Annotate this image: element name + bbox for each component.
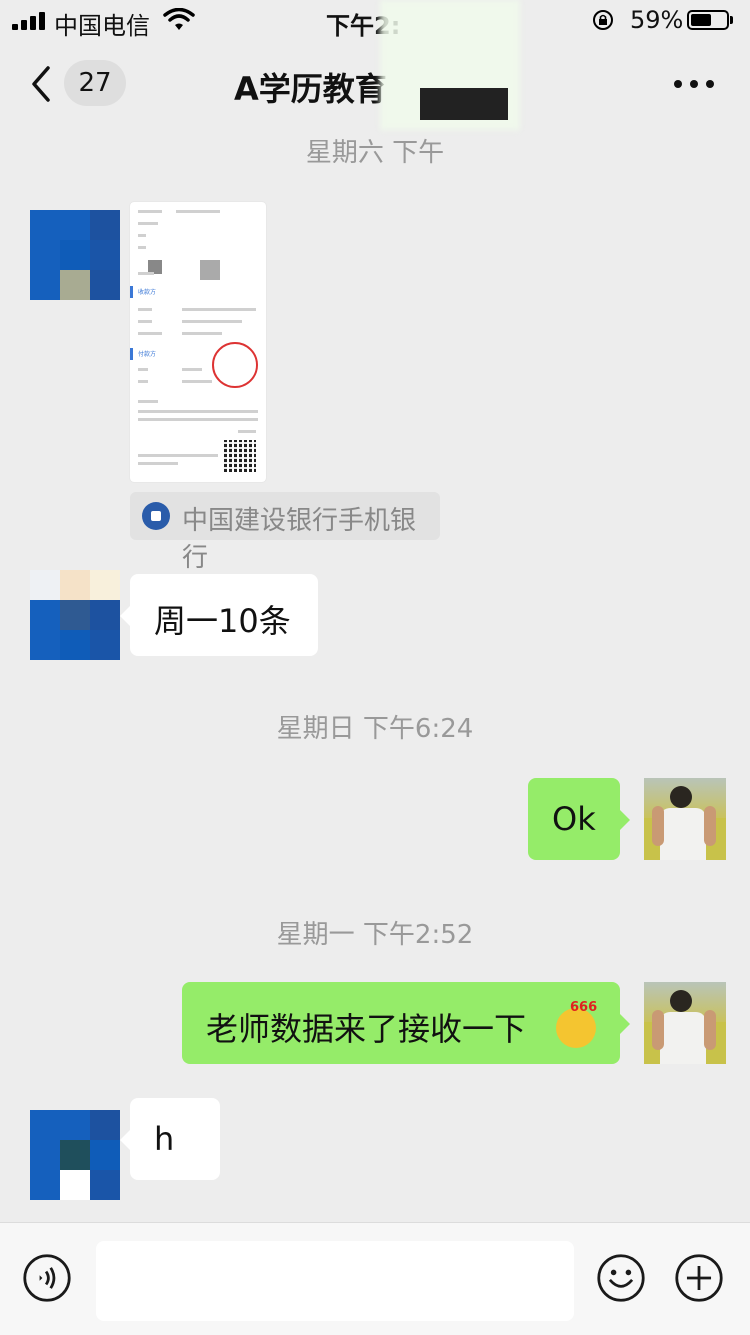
message-input[interactable] [96, 1241, 574, 1321]
qr-code-pattern [224, 440, 256, 472]
timestamp-divider: 星期日 下午6:24 [276, 714, 474, 744]
receipt-payee-label: 收款方 [138, 289, 157, 296]
rotation-lock-icon [593, 10, 613, 30]
bank-app-source-tag[interactable]: 中国建设银行手机银行 [130, 492, 440, 573]
message-bubble[interactable]: h [120, 1098, 220, 1180]
wifi-icon [163, 8, 195, 30]
chat-nav-bar: 27 A学历教育 [0, 42, 750, 126]
timestamp-divider: 星期六 下午 [305, 138, 445, 168]
receipt-payer-label: 付款方 [138, 351, 157, 358]
message-text: Ok [552, 800, 596, 838]
cellular-signal-icon [12, 12, 48, 30]
message-text: 老师数据来了接收一下 [206, 1010, 527, 1048]
battery-icon [687, 10, 729, 30]
message-text: h [154, 1120, 175, 1158]
my-message-bubble[interactable]: Ok [528, 778, 630, 860]
timestamp-divider: 星期一 下午2:52 [276, 920, 474, 950]
ccb-logo-icon [142, 502, 170, 530]
message-text: 周一10条 [154, 602, 291, 640]
emoji-icon[interactable] [596, 1253, 646, 1303]
message-bubble[interactable]: 周一10条 [120, 574, 318, 656]
contact-avatar[interactable] [30, 210, 120, 300]
voice-icon[interactable] [22, 1253, 72, 1303]
plus-icon[interactable] [674, 1253, 724, 1303]
contact-avatar[interactable] [30, 1110, 120, 1200]
carrier-name: 中国电信 [54, 12, 150, 40]
chat-title: A学历教育 [234, 70, 387, 108]
battery-percent: 59% [630, 6, 684, 34]
unread-count-badge[interactable]: 27 [64, 60, 126, 106]
contact-avatar[interactable] [30, 570, 120, 660]
chat-input-bar [0, 1222, 750, 1335]
redaction-block [420, 88, 508, 120]
more-options-icon[interactable] [672, 80, 716, 90]
emoji-badge-text: 666 [570, 1000, 598, 1015]
my-message-bubble[interactable]: 老师数据来了接收一下 666 [182, 982, 630, 1064]
bank-receipt-image[interactable]: 收款方 付款方 [130, 202, 266, 482]
bank-app-name: 中国建设银行手机银行 [182, 506, 417, 573]
my-avatar[interactable] [644, 982, 726, 1064]
my-avatar[interactable] [644, 778, 726, 860]
status-bar: 中国电信 下午2: 59% [0, 0, 750, 42]
battery-tip [730, 16, 733, 24]
red-stamp [212, 342, 258, 388]
back-chevron-icon[interactable] [22, 64, 62, 104]
